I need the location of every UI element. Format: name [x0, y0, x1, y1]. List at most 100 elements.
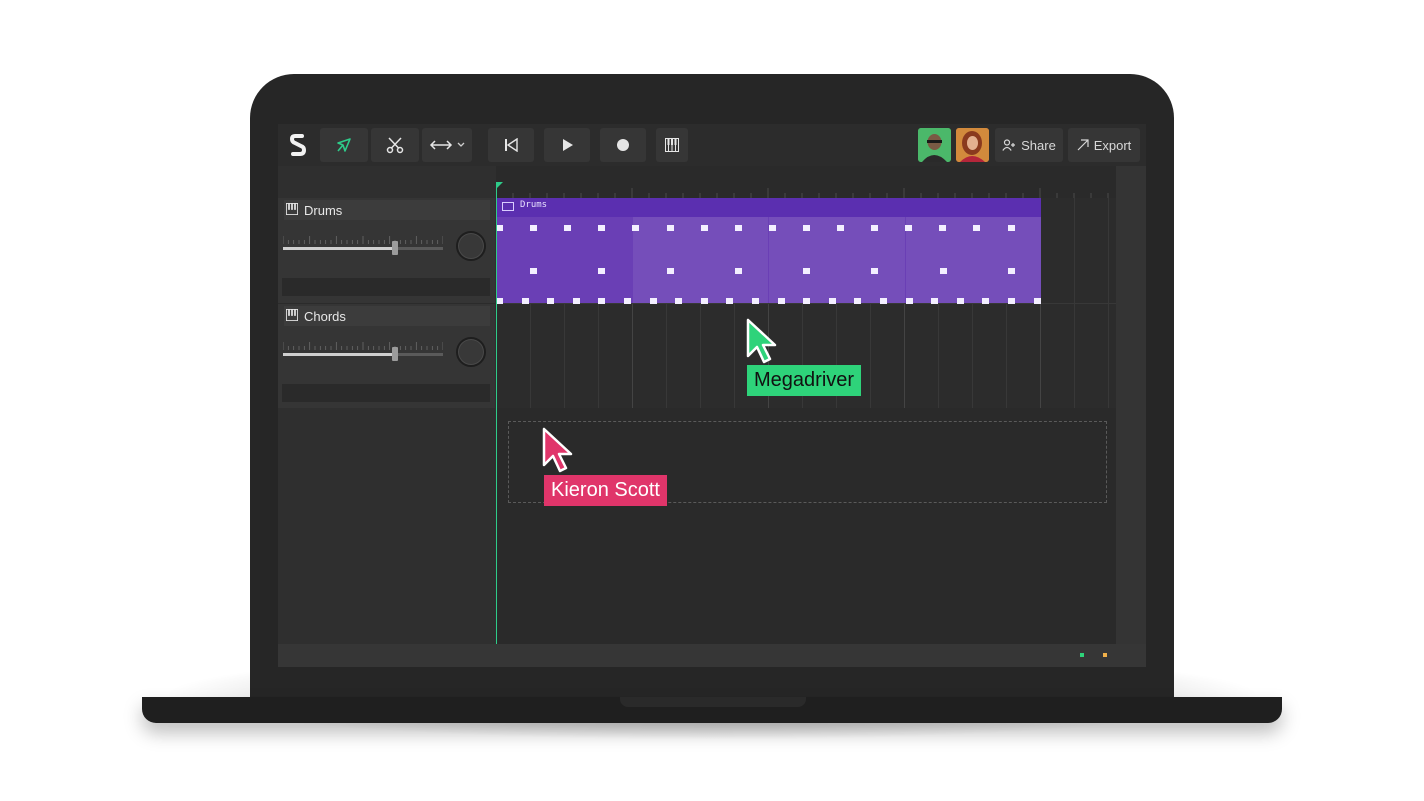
track-header-drums[interactable]: Drums	[278, 198, 495, 304]
drum-note[interactable]	[530, 225, 537, 231]
drums-clip[interactable]: Drums	[496, 198, 1041, 304]
track-name: Chords	[304, 308, 346, 324]
drum-note[interactable]	[675, 298, 682, 304]
drum-note[interactable]	[547, 298, 554, 304]
drum-note[interactable]	[803, 268, 810, 274]
clip-label: Drums	[520, 200, 548, 210]
arrow-up-right-icon	[1077, 139, 1089, 151]
track-automation-bar[interactable]	[282, 384, 490, 402]
pointer-tool-button[interactable]	[320, 128, 368, 162]
drum-note[interactable]	[564, 225, 571, 231]
drum-note[interactable]	[701, 225, 708, 231]
skip-back-icon	[504, 138, 518, 152]
drum-note[interactable]	[667, 268, 674, 274]
drum-note[interactable]	[906, 298, 913, 304]
playhead[interactable]	[496, 184, 497, 644]
drum-note[interactable]	[940, 268, 947, 274]
play-button[interactable]	[544, 128, 590, 162]
chevron-down-icon	[457, 142, 465, 148]
drum-note[interactable]	[650, 298, 657, 304]
drum-note[interactable]	[1008, 225, 1015, 231]
drum-note[interactable]	[973, 225, 980, 231]
track-title[interactable]: Chords	[284, 306, 490, 326]
drum-note[interactable]	[803, 225, 810, 231]
drum-note[interactable]	[701, 298, 708, 304]
drum-note[interactable]	[931, 298, 938, 304]
avatar-kieron-scott[interactable]	[956, 128, 989, 162]
drum-note[interactable]	[573, 298, 580, 304]
drum-note[interactable]	[598, 268, 605, 274]
cursor-kieron-scott	[541, 427, 573, 478]
drum-note[interactable]	[1034, 298, 1041, 304]
drum-note[interactable]	[871, 268, 878, 274]
drum-note[interactable]	[957, 298, 964, 304]
track-title[interactable]: Drums	[284, 200, 490, 220]
logo-s-icon[interactable]	[282, 128, 314, 162]
scissors-tool-button[interactable]	[371, 128, 419, 162]
volume-slider-knob[interactable]	[392, 347, 398, 361]
arrow-pointer-icon	[334, 135, 354, 155]
stretch-tool-button[interactable]	[422, 128, 472, 162]
play-icon	[560, 138, 574, 152]
record-icon	[616, 138, 630, 152]
drum-note[interactable]	[1008, 268, 1015, 274]
volume-slider-knob[interactable]	[392, 241, 398, 255]
drum-note[interactable]	[522, 298, 529, 304]
piano-keys-icon	[286, 308, 298, 324]
toolbar: Share Export	[278, 124, 1146, 167]
share-button[interactable]: Share	[995, 128, 1063, 162]
status-dot-orange	[1103, 653, 1107, 657]
playhead-marker[interactable]	[496, 182, 503, 189]
drum-note[interactable]	[939, 225, 946, 231]
volume-slider[interactable]	[283, 241, 443, 255]
track-header-chords[interactable]: Chords	[278, 304, 495, 410]
timeline-ruler[interactable]	[495, 166, 1116, 198]
keyboard-button[interactable]	[656, 128, 688, 162]
drum-note[interactable]	[632, 225, 639, 231]
status-dot-green	[1080, 653, 1084, 657]
drum-note[interactable]	[829, 298, 836, 304]
clip-header[interactable]: Drums	[496, 198, 1041, 217]
drum-note[interactable]	[778, 298, 785, 304]
drum-note[interactable]	[871, 225, 878, 231]
drum-note[interactable]	[837, 225, 844, 231]
drum-note[interactable]	[854, 298, 861, 304]
avatar-megadriver[interactable]	[918, 128, 951, 162]
drum-note[interactable]	[667, 225, 674, 231]
pan-knob[interactable]	[456, 231, 486, 261]
export-label: Export	[1093, 137, 1132, 153]
drum-note[interactable]	[735, 225, 742, 231]
record-button[interactable]	[600, 128, 646, 162]
piano-keys-icon	[665, 138, 679, 152]
drum-note[interactable]	[803, 298, 810, 304]
cursor-label-megadriver: Megadriver	[747, 365, 862, 396]
track-name: Drums	[304, 202, 343, 218]
drum-note[interactable]	[496, 225, 503, 231]
volume-ticks	[283, 236, 443, 244]
drum-note[interactable]	[982, 298, 989, 304]
drum-note[interactable]	[726, 298, 733, 304]
export-button[interactable]: Export	[1068, 128, 1140, 162]
drum-note[interactable]	[624, 298, 631, 304]
status-bar	[278, 644, 1146, 667]
skip-back-button[interactable]	[488, 128, 534, 162]
drum-note[interactable]	[1008, 298, 1015, 304]
drum-note[interactable]	[752, 298, 759, 304]
cursor-megadriver	[745, 318, 777, 369]
track-automation-bar[interactable]	[282, 278, 490, 296]
volume-slider[interactable]	[283, 347, 443, 361]
clip-icon	[502, 202, 514, 211]
drum-note[interactable]	[905, 225, 912, 231]
scissors-icon	[385, 135, 405, 155]
drum-note[interactable]	[530, 268, 537, 274]
piano-keys-icon	[286, 202, 298, 218]
vertical-scrollbar[interactable]	[1116, 166, 1146, 644]
pan-knob[interactable]	[456, 337, 486, 367]
drum-note[interactable]	[880, 298, 887, 304]
drum-note[interactable]	[735, 268, 742, 274]
drum-note[interactable]	[598, 225, 605, 231]
drum-note[interactable]	[598, 298, 605, 304]
volume-ticks	[283, 342, 443, 350]
drum-note[interactable]	[496, 298, 503, 304]
drum-note[interactable]	[769, 225, 776, 231]
